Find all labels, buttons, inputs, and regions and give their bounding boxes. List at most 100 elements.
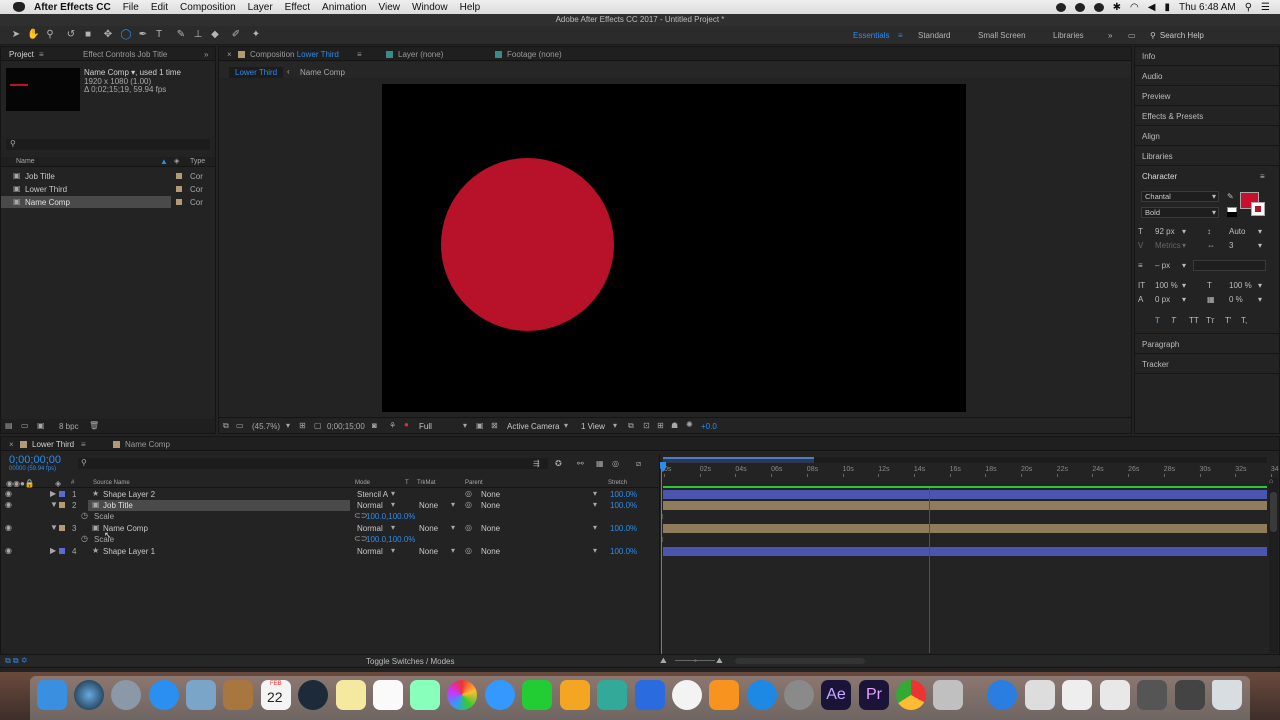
column-trkmat[interactable]: TrkMat bbox=[417, 480, 435, 486]
system-preferences-icon[interactable] bbox=[784, 680, 814, 710]
chevron-down-icon[interactable]: ▾ bbox=[1258, 241, 1262, 250]
finder-icon[interactable] bbox=[37, 680, 67, 710]
flowchart-icon[interactable]: ⊞ bbox=[657, 421, 664, 430]
apple-icon[interactable] bbox=[13, 2, 25, 12]
label-color[interactable] bbox=[59, 548, 65, 554]
preview-app-icon[interactable] bbox=[410, 680, 440, 710]
layer-parent[interactable]: None bbox=[481, 501, 500, 510]
workspace-overflow-icon[interactable]: » bbox=[1108, 31, 1112, 40]
itunes-icon[interactable] bbox=[672, 680, 702, 710]
wifi-icon[interactable]: ◠ bbox=[1130, 2, 1139, 13]
label-color[interactable] bbox=[176, 173, 182, 179]
all-caps-button[interactable]: TT bbox=[1189, 316, 1199, 325]
layer-bar-shape-layer-1[interactable] bbox=[663, 547, 1267, 556]
chevron-down-icon[interactable]: ▾ bbox=[391, 489, 395, 498]
rotation-tool-icon[interactable]: ↺ bbox=[65, 29, 77, 41]
chevron-down-icon[interactable]: ▾ bbox=[593, 546, 597, 555]
collapse-arrow-icon[interactable]: ▼ bbox=[50, 523, 58, 532]
messages-icon[interactable] bbox=[485, 680, 515, 710]
menu-composition[interactable]: Composition bbox=[180, 2, 236, 13]
project-row[interactable]: ▣ Job Title Cor bbox=[1, 170, 215, 182]
creative-cloud-icon[interactable] bbox=[1074, 2, 1085, 12]
pickwhip-icon[interactable]: ◎ bbox=[465, 546, 472, 555]
faux-italic-button[interactable]: T bbox=[1171, 316, 1176, 325]
layer-name[interactable]: Shape Layer 1 bbox=[103, 547, 155, 556]
label-color[interactable] bbox=[59, 525, 65, 531]
pen-tool-icon[interactable]: ✒ bbox=[137, 29, 149, 41]
column-number[interactable]: # bbox=[71, 480, 74, 486]
menu-view[interactable]: View bbox=[379, 2, 401, 13]
layer-mode[interactable]: Stencil A bbox=[357, 490, 388, 499]
zoom-in-icon[interactable]: ⛰ bbox=[716, 656, 723, 666]
superscript-button[interactable]: T' bbox=[1225, 316, 1231, 325]
comp-mini-flowchart-icon[interactable]: ⇶ bbox=[533, 459, 540, 468]
search-help-input[interactable]: ⚲ Search Help bbox=[1150, 31, 1204, 40]
eye-icon[interactable]: ◉ bbox=[5, 523, 12, 532]
always-preview-icon[interactable]: ⧉ bbox=[223, 421, 229, 431]
snapshot-icon[interactable]: ◙ bbox=[372, 421, 377, 430]
chevron-down-icon[interactable]: ▾ bbox=[391, 500, 395, 509]
panel-menu-icon[interactable]: ≡ bbox=[1260, 172, 1265, 181]
files-stack-icon[interactable] bbox=[1100, 680, 1130, 710]
column-name[interactable]: Name bbox=[16, 158, 35, 165]
premiere-pro-icon[interactable]: Pr bbox=[859, 680, 889, 710]
composition-canvas[interactable] bbox=[382, 84, 966, 412]
snapshot-show-icon[interactable]: ⚘ bbox=[389, 421, 396, 430]
draft-3d-icon[interactable]: ✪ bbox=[555, 459, 562, 468]
leading-value[interactable]: Auto bbox=[1229, 227, 1245, 236]
black-swatch[interactable] bbox=[1227, 212, 1237, 217]
panel-paragraph[interactable]: Paragraph bbox=[1142, 340, 1179, 349]
stroke-swatch[interactable] bbox=[1251, 202, 1265, 216]
column-source-name[interactable]: Source Name bbox=[93, 480, 130, 486]
app-store-icon[interactable] bbox=[747, 680, 777, 710]
panel-preview[interactable]: Preview bbox=[1142, 92, 1170, 101]
layer-stretch[interactable]: 100.0% bbox=[610, 524, 637, 533]
chevron-down-icon[interactable]: ▾ bbox=[451, 523, 455, 532]
layer-bar-job-title[interactable] bbox=[663, 501, 1267, 510]
chevron-down-icon[interactable]: ▾ bbox=[1182, 241, 1186, 250]
label-tag-icon[interactable]: ◈ bbox=[174, 157, 179, 165]
resolution-dropdown[interactable]: Full bbox=[419, 422, 432, 431]
layer-stretch[interactable]: 100.0% bbox=[610, 501, 637, 510]
camera-dropdown[interactable]: Active Camera bbox=[507, 422, 559, 431]
project-search-input[interactable]: ⚲ bbox=[6, 139, 210, 150]
brush-tool-icon[interactable]: ✎ bbox=[175, 29, 187, 41]
safari-icon[interactable] bbox=[149, 680, 179, 710]
small-caps-button[interactable]: Tт bbox=[1206, 316, 1215, 325]
timeline-search-input[interactable]: ⚲ bbox=[78, 458, 548, 469]
collapse-arrow-icon[interactable]: ▼ bbox=[50, 500, 58, 509]
stopwatch-icon[interactable]: ◷ bbox=[81, 534, 88, 543]
chevron-down-icon[interactable]: ▾ bbox=[593, 523, 597, 532]
kerning-value[interactable]: Metrics bbox=[1155, 241, 1181, 250]
chevron-down-icon[interactable]: ▾ bbox=[391, 546, 395, 555]
puppet-tool-icon[interactable]: ✦ bbox=[250, 29, 262, 41]
panel-effects-presets[interactable]: Effects & Presets bbox=[1142, 112, 1203, 121]
layer-trkmat[interactable]: None bbox=[419, 524, 438, 533]
timeline-timecode[interactable]: 0;00;00;00 bbox=[9, 454, 61, 466]
scale-value[interactable]: 100.0,100.0% bbox=[366, 512, 415, 521]
chevron-down-icon[interactable]: ▾ bbox=[593, 500, 597, 509]
notes-icon[interactable] bbox=[336, 680, 366, 710]
documents-stack-icon[interactable] bbox=[1025, 680, 1055, 710]
chevron-down-icon[interactable]: ▾ bbox=[451, 500, 455, 509]
eyedropper-icon[interactable]: ✎ bbox=[1227, 192, 1234, 201]
horizontal-scrollbar[interactable] bbox=[735, 658, 865, 664]
chevron-down-icon[interactable]: ▾ bbox=[391, 523, 395, 532]
new-comp-icon[interactable]: ▣ bbox=[37, 421, 45, 430]
ibooks-icon[interactable] bbox=[709, 680, 739, 710]
layer-bar-shape-layer-2[interactable] bbox=[663, 490, 1267, 499]
column-stretch[interactable]: Stretch bbox=[608, 480, 627, 486]
roto-brush-tool-icon[interactable]: ✐ bbox=[230, 29, 242, 41]
chevron-down-icon[interactable]: ▾ bbox=[1182, 281, 1186, 290]
toggle-switches-modes[interactable]: Toggle Switches / Modes bbox=[366, 657, 455, 666]
red-circle-shape[interactable] bbox=[441, 158, 614, 331]
column-type[interactable]: Type bbox=[190, 158, 205, 165]
app-menu[interactable]: After Effects CC bbox=[34, 2, 111, 13]
safe-zones-icon[interactable]: ⊞ bbox=[299, 421, 306, 430]
keynote-icon[interactable] bbox=[635, 680, 665, 710]
zoom-dropdown[interactable]: (45.7%) bbox=[252, 422, 280, 431]
pages-icon[interactable] bbox=[560, 680, 590, 710]
dropbox-icon[interactable] bbox=[1093, 2, 1104, 12]
bit-depth[interactable]: 8 bpc bbox=[59, 422, 79, 431]
color-channel-icon[interactable]: ● bbox=[404, 420, 409, 429]
